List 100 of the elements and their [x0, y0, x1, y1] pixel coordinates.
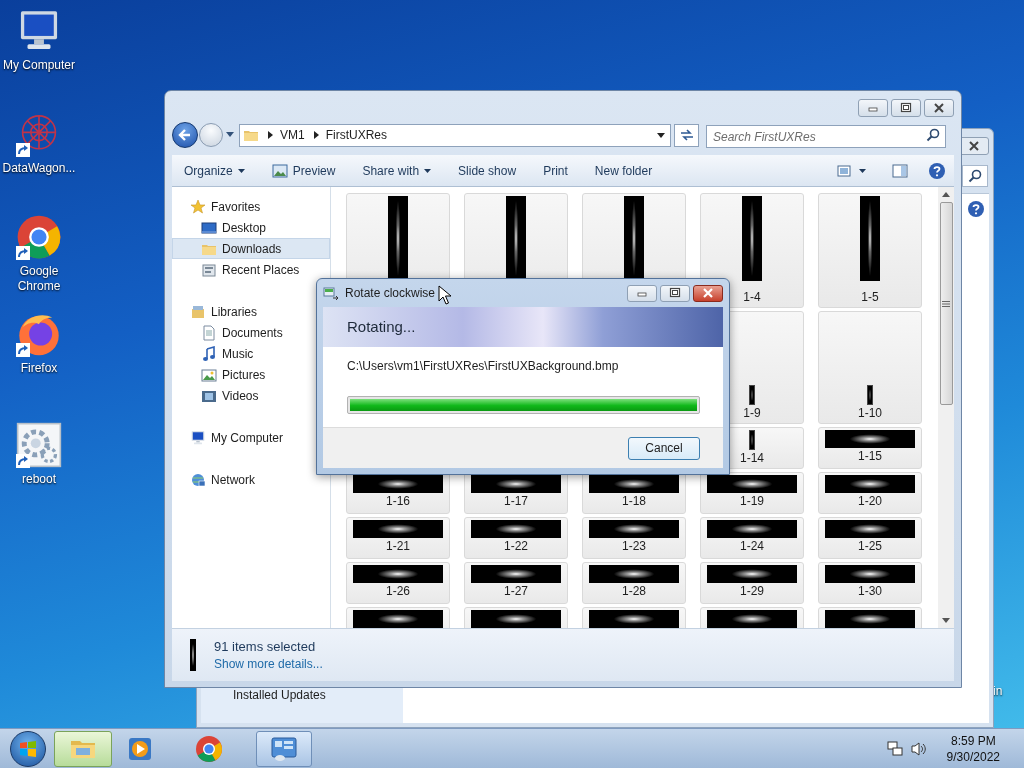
desktop-icon-label[interactable]: My Computer — [0, 58, 78, 73]
taskbar-button[interactable] — [54, 730, 112, 767]
close-button[interactable] — [693, 284, 723, 302]
file-label: 1-5 — [861, 289, 879, 305]
dropdown-arrow-icon[interactable] — [859, 168, 866, 173]
nav-item[interactable]: Favorites — [172, 196, 330, 217]
windows-logo-icon — [19, 739, 37, 758]
file-tile[interactable]: 1-18 — [582, 472, 686, 514]
grip-icon — [942, 300, 950, 307]
nav-item[interactable]: Downloads — [172, 238, 330, 259]
close-icon — [969, 141, 979, 151]
dropdown-arrow-icon[interactable] — [226, 132, 234, 138]
maximize-button[interactable] — [660, 284, 690, 302]
desktop-icon-label[interactable]: Firefox — [0, 361, 78, 376]
dialog-title: Rotate clockwise — [345, 285, 436, 302]
close-icon — [702, 287, 714, 299]
file-label: 1-26 — [386, 583, 410, 599]
file-tile[interactable]: 1-22 — [464, 517, 568, 559]
back-arrow-icon — [178, 128, 192, 142]
desktop-icon — [201, 219, 217, 236]
dropdown-arrow-icon — [237, 168, 245, 173]
maximize-icon — [900, 102, 912, 114]
details-link[interactable]: Show more details... — [214, 655, 323, 673]
nav-item[interactable]: Recent Places — [172, 259, 330, 280]
clock-date[interactable]: 9/30/2022 — [946, 748, 1000, 765]
toolbar-button[interactable]: Slide show — [453, 157, 522, 184]
taskbar-button[interactable] — [256, 730, 312, 767]
speaker-icon[interactable] — [910, 740, 927, 757]
file-tile[interactable]: 1-20 — [818, 472, 922, 514]
file-label: 1-9 — [743, 405, 761, 421]
back-button[interactable] — [172, 122, 198, 148]
chrome-icon — [195, 734, 223, 763]
file-tile[interactable]: 1-30 — [818, 562, 922, 604]
toolbar-button[interactable]: New folder — [589, 157, 658, 184]
file-tile[interactable]: 1-21 — [346, 517, 450, 559]
scrollbar[interactable] — [938, 187, 954, 628]
desktop-icon-label[interactable]: DataWagon... — [0, 161, 78, 176]
selection-count: 91 items selected — [214, 637, 317, 656]
close-button[interactable] — [924, 99, 954, 117]
maximize-button[interactable] — [891, 99, 921, 117]
desktop-icon-label[interactable]: reboot — [0, 472, 78, 487]
address-bar[interactable]: VM1 FirstUXRes — [239, 123, 671, 147]
file-tile[interactable]: 1-4 — [700, 193, 804, 308]
gears-icon[interactable] — [16, 422, 62, 468]
file-tile[interactable]: 1-27 — [464, 562, 568, 604]
nav-item[interactable]: Desktop — [172, 217, 330, 238]
breadcrumb-item[interactable]: FirstUXRes — [325, 126, 388, 144]
recent-places-icon — [201, 261, 217, 278]
maximize-icon — [669, 287, 681, 299]
toolbar-button[interactable]: Print — [538, 157, 573, 184]
search-field[interactable]: Search FirstUXRes — [706, 125, 946, 148]
refresh-icon — [679, 129, 694, 141]
clock-time[interactable]: 8:59 PM — [950, 732, 996, 749]
close-icon — [933, 102, 945, 114]
help-icon[interactable] — [967, 200, 985, 218]
view-icon[interactable] — [837, 164, 851, 177]
file-label: 1-16 — [386, 493, 410, 509]
file-tile[interactable]: 1-26 — [346, 562, 450, 604]
chevron-right-icon[interactable] — [313, 131, 320, 139]
file-tile[interactable]: 1-25 — [818, 517, 922, 559]
start-button[interactable] — [10, 730, 46, 767]
dropdown-arrow-icon[interactable] — [657, 132, 665, 138]
toolbar-button[interactable]: Preview — [266, 157, 341, 184]
file-tile[interactable]: 1-23 — [582, 517, 686, 559]
nav-item[interactable]: Network — [172, 469, 330, 490]
file-tile[interactable]: 1-24 — [700, 517, 804, 559]
file-tile[interactable]: 1-10 — [818, 311, 922, 424]
dropdown-arrow-icon — [424, 168, 432, 173]
preview-icon — [271, 163, 288, 178]
file-label: 1-29 — [740, 583, 764, 599]
scroll-up-icon[interactable] — [942, 192, 950, 197]
refresh-button[interactable] — [674, 123, 699, 147]
file-label: 1-21 — [386, 538, 410, 554]
file-tile[interactable]: 1-19 — [700, 472, 804, 514]
chevron-right-icon[interactable] — [268, 131, 274, 139]
search-button[interactable] — [962, 165, 988, 187]
file-path: C:\Users\vm1\FirstUXRes\FirstUXBackground.bmp — [347, 358, 620, 375]
search-icon[interactable] — [926, 127, 940, 142]
cancel-button[interactable]: Cancel — [628, 436, 700, 460]
desktop-icon-label[interactable]: Google Chrome — [0, 264, 78, 294]
breadcrumb-item[interactable]: VM1 — [280, 126, 305, 144]
scrollbar-thumb[interactable] — [939, 202, 953, 405]
toolbar-button[interactable]: Organize — [184, 157, 250, 184]
control-panel-icon — [270, 734, 298, 763]
file-tile[interactable]: 1-29 — [700, 562, 804, 604]
file-label: 1-25 — [858, 538, 882, 554]
toolbar-button[interactable]: Share with — [357, 157, 437, 184]
scroll-down-icon[interactable] — [942, 618, 950, 623]
help-icon[interactable] — [928, 161, 946, 180]
file-tile[interactable]: 1-15 — [818, 427, 922, 469]
network-icon[interactable] — [886, 740, 903, 757]
sidebar-link[interactable]: Installed Updates — [233, 686, 403, 704]
chrome-icon[interactable] — [16, 214, 62, 260]
file-tile[interactable]: 1-17 — [464, 472, 568, 514]
file-tile[interactable]: 1-5 — [818, 193, 922, 308]
file-tile[interactable]: 1-28 — [582, 562, 686, 604]
dialog-heading: Rotating... — [347, 316, 416, 337]
file-tile[interactable]: 1-16 — [346, 472, 450, 514]
file-label: 1-19 — [740, 493, 764, 509]
file-label: 1-27 — [504, 583, 528, 599]
